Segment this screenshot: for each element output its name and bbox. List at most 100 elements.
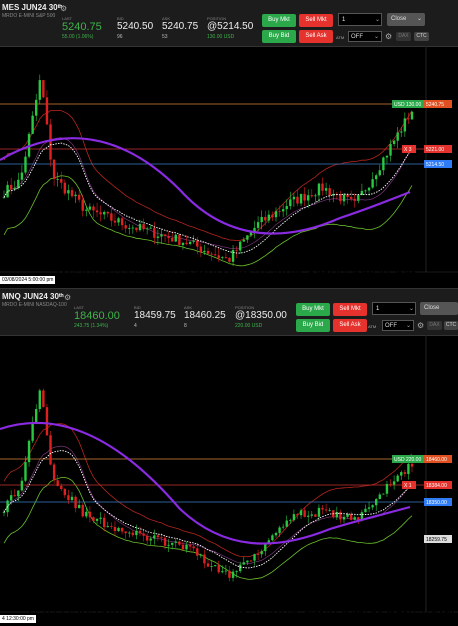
y-tick-label: 18750.00 <box>430 334 458 351</box>
candle-body <box>145 228 149 230</box>
candle-body <box>178 541 181 545</box>
candle-body <box>20 172 24 180</box>
candle-body <box>63 182 67 194</box>
dotted-average-line <box>3 450 413 569</box>
candle-body <box>128 532 131 534</box>
candle-body <box>95 518 99 521</box>
candle-body <box>35 99 38 116</box>
candle-body <box>378 170 381 176</box>
candle-body <box>9 184 13 190</box>
candle-body <box>45 407 49 436</box>
candle-body <box>317 507 321 517</box>
candle-body <box>289 199 292 207</box>
candle-body <box>199 554 203 556</box>
candle-body <box>242 562 245 565</box>
candle-body <box>281 209 285 212</box>
candle-body <box>278 527 281 533</box>
candle-body <box>357 195 360 201</box>
candle-body <box>6 184 9 198</box>
candle-body <box>206 563 210 567</box>
candle-body <box>188 544 192 547</box>
candle-body <box>217 565 220 573</box>
candle-body <box>24 156 27 173</box>
candle-body <box>38 80 41 100</box>
candle-body <box>364 508 367 513</box>
candle-body <box>228 570 231 578</box>
candle-body <box>103 212 106 215</box>
candle-body <box>410 111 414 120</box>
candle-body <box>403 118 407 132</box>
candle-body <box>181 544 185 550</box>
candle-body <box>88 511 92 518</box>
candle-body <box>396 132 399 141</box>
candle-body <box>410 463 414 467</box>
candle-body <box>178 234 181 246</box>
candle-body <box>63 489 67 496</box>
order-price-tag: 18384.00 <box>426 483 447 489</box>
candle-body <box>253 554 256 561</box>
candle-body <box>167 544 170 546</box>
candle-body <box>299 510 303 516</box>
candle-body <box>92 206 95 211</box>
y-tick-label: 18150.00 <box>430 580 458 597</box>
candle-body <box>303 510 306 517</box>
candle-body <box>235 249 238 251</box>
candle-body <box>160 537 163 539</box>
candle-body <box>199 246 203 252</box>
candle-body <box>142 224 145 230</box>
candle-body <box>249 560 253 562</box>
candle-body <box>196 548 199 556</box>
candle-body <box>342 516 346 520</box>
thin-average-line <box>3 445 413 564</box>
candle-body <box>17 490 20 497</box>
candle-body <box>124 531 127 534</box>
candle-body <box>403 472 407 475</box>
candle-body <box>38 390 41 410</box>
candle-body <box>321 507 324 510</box>
candle-body <box>203 250 206 252</box>
candle-body <box>174 234 177 242</box>
candle-body <box>192 240 195 242</box>
candle-body <box>407 118 410 120</box>
x-tick-label: 03/13/2024 <box>372 607 452 624</box>
candle-body <box>246 560 249 563</box>
candle-body <box>120 527 124 532</box>
candle-body <box>328 188 331 196</box>
candle-body <box>138 224 142 231</box>
candle-body <box>267 214 271 221</box>
candle-body <box>160 234 163 237</box>
candle-body <box>274 532 278 536</box>
candle-body <box>138 530 142 534</box>
candle-body <box>49 124 52 160</box>
y-tick-label: 18200.00 <box>430 560 458 577</box>
candle-body <box>317 183 321 196</box>
candle-body <box>217 255 220 258</box>
candle-body <box>120 218 124 226</box>
candle-body <box>375 175 378 180</box>
candle-body <box>99 517 102 519</box>
y-tick-label: 5170.00 <box>430 258 458 275</box>
candle-body <box>371 179 374 188</box>
candle-body <box>375 499 378 506</box>
candle-body <box>2 512 6 514</box>
candle-body <box>2 197 6 199</box>
candle-body <box>95 210 99 213</box>
candle-body <box>77 194 81 200</box>
candle-body <box>60 485 63 490</box>
candle-body <box>378 494 381 500</box>
mnq-price-chart[interactable]: 18750.00 18700.00 18650.00 18600.00 18550.00… <box>0 289 458 626</box>
candle-body <box>213 565 217 567</box>
candle-body <box>117 527 120 532</box>
candle-body <box>235 571 238 572</box>
candle-body <box>163 537 167 546</box>
candle-body <box>135 530 138 536</box>
candle-body <box>299 194 303 204</box>
candle-body <box>13 495 16 497</box>
pnl-tag: USD 220.00 <box>394 457 421 463</box>
candle-body <box>367 507 371 509</box>
candle-body <box>171 542 174 545</box>
candle-body <box>117 218 120 223</box>
candle-body <box>400 131 403 133</box>
candle-body <box>260 216 263 223</box>
mes-price-chart[interactable]: 5260.005255.005250.005245.005240.005235.… <box>0 0 458 290</box>
